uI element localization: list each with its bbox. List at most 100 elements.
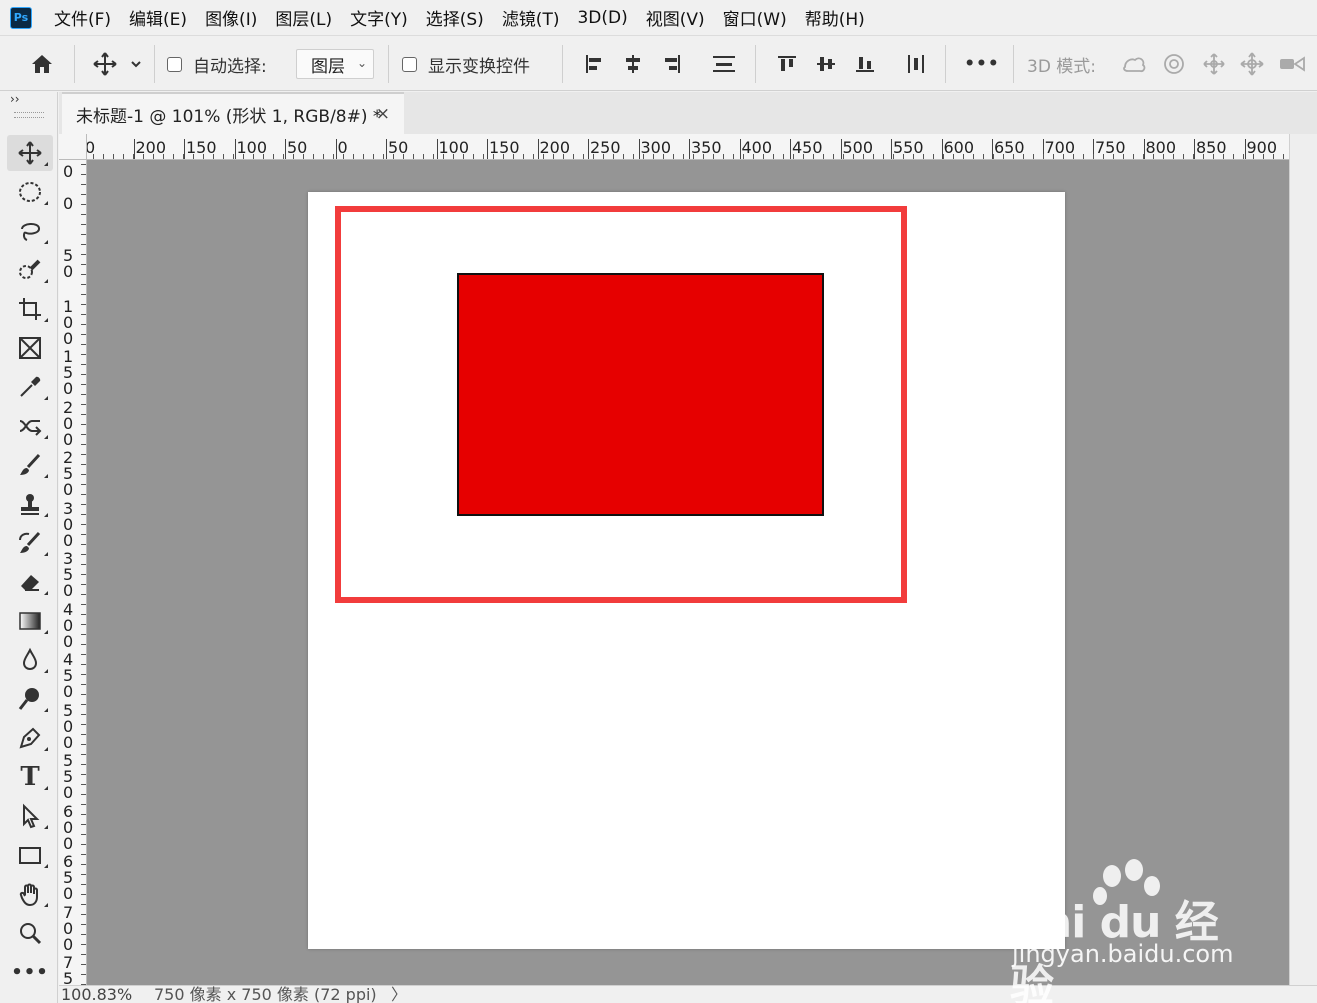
ruler-tick [81, 784, 86, 785]
more-tools-button[interactable]: ••• [7, 954, 53, 990]
eraser-icon [21, 575, 39, 591]
align-left-icon [586, 55, 601, 73]
align-horizontal-center-button[interactable] [619, 37, 647, 91]
menu-image[interactable]: 图像(I) [205, 5, 257, 30]
rectangle-icon [19, 847, 41, 864]
path-selection-tool-button[interactable] [7, 798, 53, 834]
ruler-tick [1123, 154, 1124, 159]
ruler-tick [103, 154, 104, 159]
move-tool-preset-button[interactable] [88, 37, 122, 91]
distribute-horizontal-button[interactable] [902, 37, 930, 91]
zoom-level-field[interactable]: 100.83% [61, 986, 133, 1003]
move-tool-button[interactable] [7, 135, 53, 171]
document-tab[interactable]: 未标题-1 @ 101% (形状 1, RGB/8#) * × [62, 92, 404, 134]
menu-help[interactable]: 帮助(H) [805, 5, 865, 30]
ruler-tick [81, 434, 86, 435]
hand-tool-button[interactable] [7, 876, 53, 912]
auto-select-checkbox[interactable] [165, 37, 183, 91]
ruler-tick [81, 594, 86, 595]
ruler-tick [493, 154, 494, 159]
3d-slide-button[interactable] [1236, 37, 1268, 91]
ruler-tick [81, 914, 86, 915]
eraser-tool-button[interactable] [7, 564, 53, 600]
more-options-button[interactable]: ••• [962, 37, 1002, 91]
crop-tool-button[interactable] [7, 291, 53, 327]
ruler-label: 0 [335, 138, 348, 159]
menu-window[interactable]: 窗口(W) [723, 5, 787, 30]
menu-select[interactable]: 选择(S) [426, 5, 484, 30]
3d-orbit-button[interactable] [1118, 37, 1150, 91]
collapse-panel-button[interactable]: ›› [10, 92, 20, 106]
frame-tool-button[interactable] [7, 330, 53, 366]
pen-tool-button[interactable] [7, 720, 53, 756]
ruler-tick [81, 934, 86, 935]
dodge-tool-button[interactable] [7, 681, 53, 717]
ruler-tick [81, 964, 86, 965]
vertical-ruler[interactable]: 0 0 50 100150200250300350400450500550600650… [59, 160, 87, 985]
menu-type[interactable]: 文字(Y) [350, 5, 408, 30]
3d-drag-button[interactable] [1198, 37, 1230, 91]
ruler-tick [81, 884, 86, 885]
menu-3d[interactable]: 3D(D) [577, 8, 627, 28]
elliptical-marquee-tool-button[interactable] [7, 174, 53, 210]
ruler-tick [81, 454, 86, 455]
menu-view[interactable]: 视图(V) [646, 5, 705, 30]
menu-layer[interactable]: 图层(L) [275, 5, 332, 30]
menu-edit[interactable]: 编辑(E) [129, 5, 187, 30]
align-bottom-button[interactable] [851, 37, 879, 91]
align-right-button[interactable] [658, 37, 686, 91]
ruler-tick [81, 824, 86, 825]
ruler-tick [81, 424, 86, 425]
type-tool-button[interactable]: T [7, 759, 53, 795]
ruler-tick [633, 154, 634, 159]
ruler-tick [81, 634, 86, 635]
ruler-tick [93, 154, 94, 159]
status-menu-arrow-icon[interactable]: 〉 [391, 986, 407, 1003]
gradient-tool-button[interactable] [7, 603, 53, 639]
ruler-origin[interactable] [59, 134, 87, 160]
blur-tool-button[interactable] [7, 642, 53, 678]
horizontal-ruler[interactable]: 0 200 150 100 50 0 50 100 150 200 250 300 350 400 450 5… [59, 134, 1289, 160]
show-transform-label: 显示变换控件 [428, 56, 530, 77]
3d-scale-button[interactable] [1276, 37, 1308, 91]
history-brush-tool-button[interactable] [7, 525, 53, 561]
ruler-tick [1053, 154, 1054, 159]
zoom-tool-button[interactable] [7, 915, 53, 951]
auto-select-target-dropdown[interactable]: 图层 ⌄ [296, 49, 374, 79]
brush-icon [20, 453, 41, 475]
align-vertical-center-button[interactable] [812, 37, 840, 91]
vertical-scrollbar[interactable] [1289, 134, 1317, 985]
close-tab-icon[interactable]: × [376, 104, 390, 124]
home-button[interactable] [22, 37, 62, 91]
align-left-button[interactable] [580, 37, 608, 91]
rectangle-tool-button[interactable] [7, 837, 53, 873]
ruler-tick [1273, 154, 1274, 159]
lasso-tool-button[interactable] [7, 213, 53, 249]
show-transform-checkbox[interactable] [400, 37, 418, 91]
eyedropper-tool-button[interactable] [7, 369, 53, 405]
ruler-tick [303, 154, 304, 159]
ruler-label: 50 [63, 246, 74, 281]
ruler-tick [81, 344, 86, 345]
distribute-vertical-button[interactable] [708, 37, 740, 91]
ruler-tick [81, 624, 86, 625]
menu-file[interactable]: 文件(F) [54, 5, 111, 30]
ruler-tick [81, 794, 86, 795]
ruler-tick [573, 154, 574, 159]
ruler-tick [81, 524, 86, 525]
ruler-tick [703, 154, 704, 159]
preset-dropdown-button[interactable] [126, 37, 146, 91]
align-top-button[interactable] [773, 37, 801, 91]
clone-stamp-tool-button[interactable] [7, 486, 53, 522]
ruler-tick [1253, 154, 1254, 159]
brush-tool-button[interactable] [7, 447, 53, 483]
ruler-tick [193, 154, 194, 159]
ruler-label: 550 [891, 138, 924, 159]
ruler-tick [81, 314, 86, 315]
ruler-tick [81, 664, 86, 665]
quick-selection-tool-button[interactable] [7, 252, 53, 288]
panel-grip-handle[interactable] [14, 112, 44, 118]
healing-brush-tool-button[interactable] [7, 408, 53, 444]
menu-filter[interactable]: 滤镜(T) [502, 5, 560, 30]
3d-roll-button[interactable] [1158, 37, 1190, 91]
